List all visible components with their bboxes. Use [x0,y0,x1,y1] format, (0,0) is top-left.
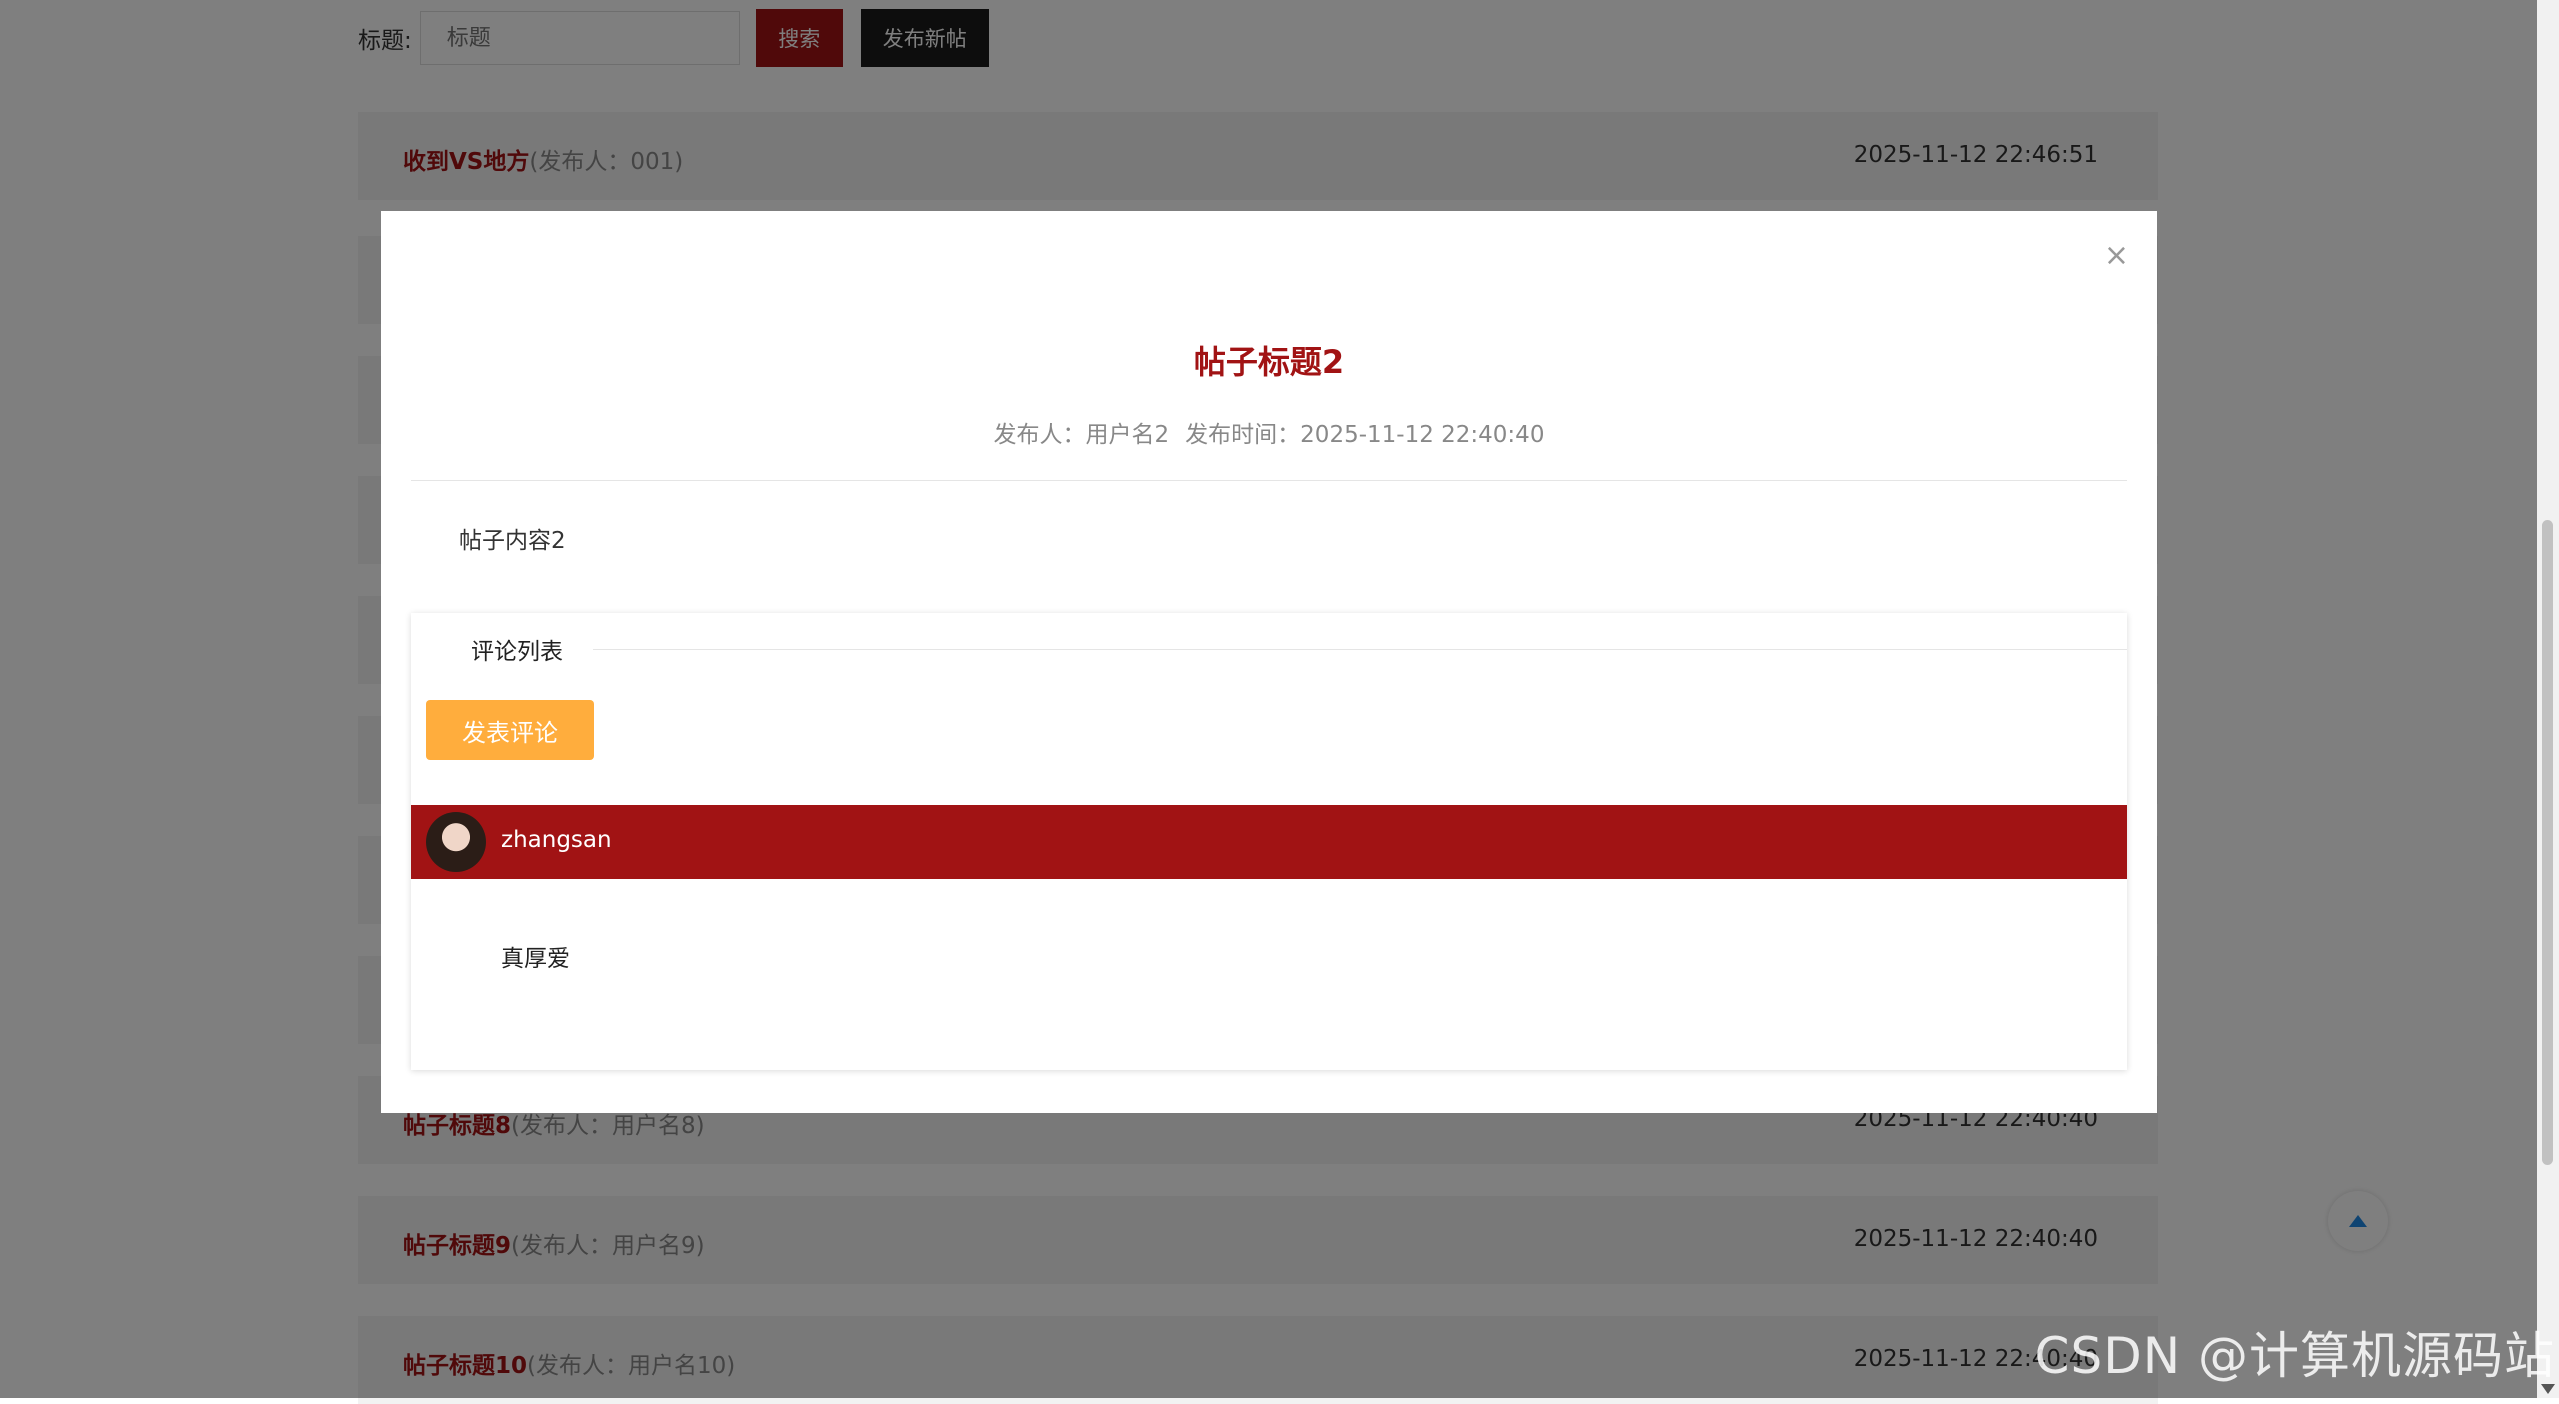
user-avatar [426,812,486,872]
post-detail-meta: 发布人：用户名2 发布时间：2025-11-12 22:40:40 [381,415,2157,449]
watermark: CSDN @计算机源码站 [2034,1327,2555,1385]
close-icon[interactable]: × [2104,241,2129,271]
post-detail-modal: × 帖子标题2 发布人：用户名2 发布时间：2025-11-12 22:40:40… [381,211,2157,1113]
comment-header: zhangsan [411,805,2127,879]
post-publish-time: 发布时间：2025-11-12 22:40:40 [1185,422,1545,448]
comment-text: 真厚爱 [501,946,570,972]
scrollbar[interactable] [2537,0,2559,1398]
post-content: 帖子内容2 [459,528,566,554]
scroll-thumb[interactable] [2542,520,2553,1165]
comment-section: 评论列表 发表评论 zhangsan 真厚爱 [411,613,2127,1070]
comment-legend: 评论列表 [411,632,593,666]
post-publisher: 发布人：用户名2 [993,422,1170,448]
comment-username: zhangsan [501,827,612,853]
add-comment-button[interactable]: 发表评论 [426,700,594,760]
divider [411,649,2127,650]
post-detail-title: 帖子标题2 [1193,343,1345,381]
divider [411,480,2127,481]
